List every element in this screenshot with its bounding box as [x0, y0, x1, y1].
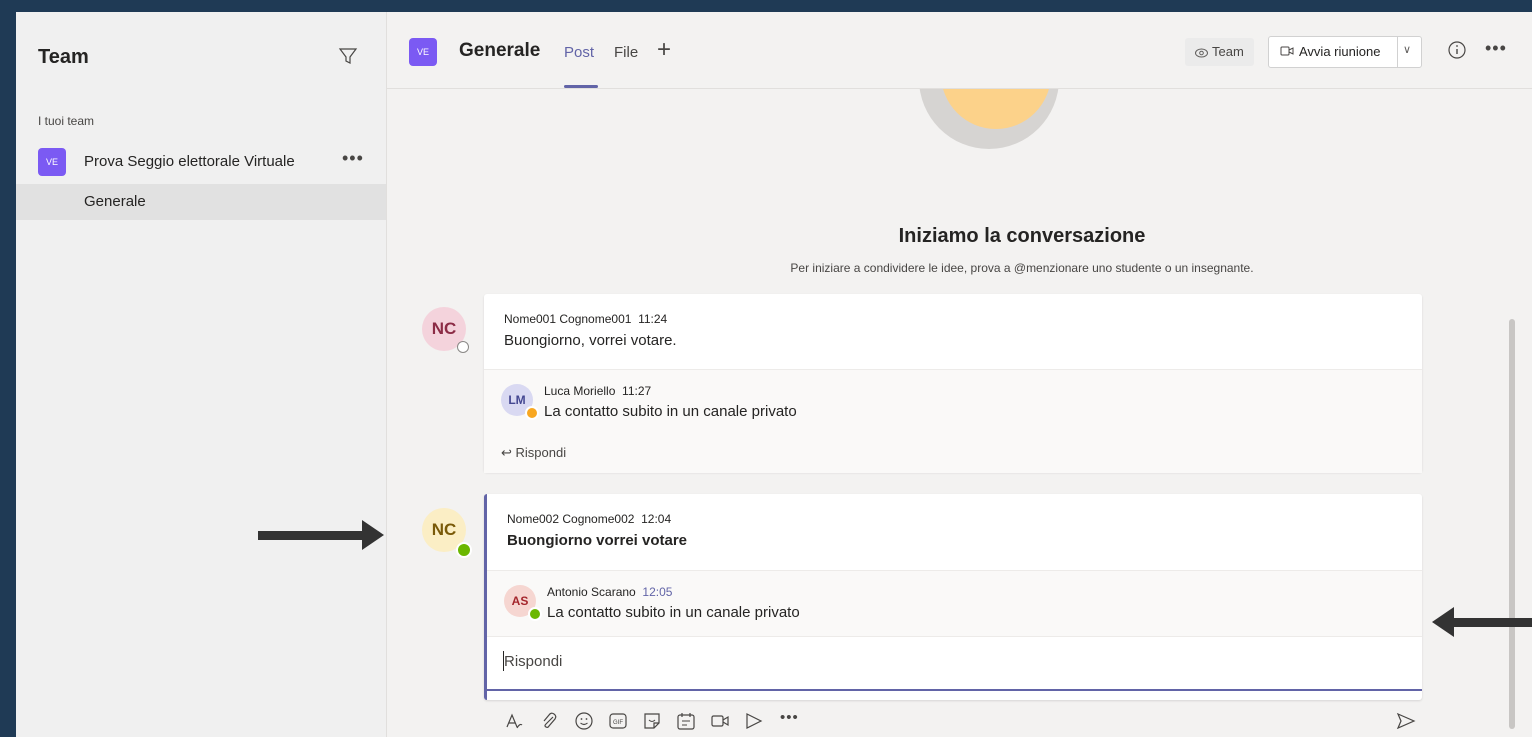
- message-text: Buongiorno vorrei votare: [507, 532, 688, 549]
- more-options-icon[interactable]: •••: [1485, 38, 1507, 59]
- message-author[interactable]: Nome001 Cognome001: [504, 312, 631, 326]
- svg-text:GIF: GIF: [613, 720, 623, 726]
- team-button-label: Team: [1212, 44, 1244, 59]
- reply-time: 12:05: [642, 585, 673, 599]
- filter-icon[interactable]: [338, 46, 358, 66]
- reply-list: AS Antonio Scarano 12:05 La contatto sub…: [487, 570, 1422, 637]
- annotation-arrow-left: [1432, 607, 1532, 637]
- reply-author[interactable]: Luca Moriello: [544, 384, 615, 398]
- channel-name: Generale: [84, 193, 146, 210]
- eye-icon: [1195, 48, 1208, 58]
- message-time: 11:24: [638, 312, 668, 326]
- attach-icon[interactable]: [540, 711, 558, 731]
- tab-file[interactable]: File: [614, 44, 638, 61]
- reply-placeholder: Rispondi: [504, 653, 563, 670]
- sidebar-header: Team: [16, 12, 386, 98]
- teams-window: Team I tuoi team VE Prova Seggio elettor…: [16, 12, 1532, 737]
- reply-button-label: Rispondi: [515, 445, 567, 460]
- add-tab-icon[interactable]: +: [657, 38, 671, 62]
- more-options-icon[interactable]: •••: [780, 709, 799, 726]
- channel-title: Generale: [459, 40, 541, 61]
- team-avatar: VE: [38, 148, 66, 176]
- away-status-icon: [525, 406, 539, 420]
- info-icon[interactable]: [1447, 40, 1467, 60]
- button-divider: [1397, 37, 1398, 67]
- available-status-icon: [528, 607, 542, 621]
- conversation-title: Iniziamo la conversazione: [898, 225, 1146, 247]
- message-thread: Nome002 Cognome002 12:04 Buongiorno vorr…: [484, 494, 1422, 700]
- video-camera-icon: [1280, 46, 1294, 56]
- message-text: Buongiorno, vorrei votare.: [504, 332, 677, 349]
- sticker-icon[interactable]: [642, 711, 662, 731]
- reply-header: Luca Moriello 11:27: [544, 384, 651, 398]
- reply-header: Antonio Scarano 12:05: [547, 585, 672, 599]
- gif-icon[interactable]: GIF: [608, 711, 628, 731]
- emoji-icon[interactable]: [574, 711, 594, 731]
- praise-icon[interactable]: [744, 711, 764, 731]
- compose-toolbar: GIF •••: [504, 709, 1422, 735]
- conversation-subtitle: Per iniziare a condividere le idee, prov…: [790, 261, 1254, 275]
- format-icon[interactable]: [504, 711, 524, 731]
- reply-text: La contatto subito in un canale privato: [547, 604, 800, 621]
- schedule-meeting-icon[interactable]: [676, 711, 696, 731]
- active-tab-indicator: [564, 85, 598, 88]
- team-button[interactable]: Team: [1185, 38, 1254, 66]
- scrollbar[interactable]: [1509, 319, 1515, 729]
- message-thread: Nome001 Cognome001 11:24 Buongiorno, vor…: [484, 294, 1422, 473]
- meet-now-icon[interactable]: [710, 711, 730, 731]
- team-name: Prova Seggio elettorale Virtuale: [84, 153, 295, 170]
- reply-button[interactable]: ↩ Rispondi: [501, 445, 566, 461]
- section-label: I tuoi team: [38, 114, 95, 128]
- channel-item-generale[interactable]: Generale: [16, 184, 386, 220]
- sidebar: Team I tuoi team VE Prova Seggio elettor…: [16, 12, 387, 737]
- message-author[interactable]: Nome002 Cognome002: [507, 512, 634, 526]
- offline-status-icon: [457, 341, 469, 353]
- annotation-arrow-right: [258, 520, 384, 550]
- sidebar-title: Team: [38, 46, 89, 68]
- available-status-icon: [456, 542, 472, 558]
- reply-text: La contatto subito in un canale privato: [544, 403, 797, 420]
- start-meeting-button[interactable]: Avvia riunione ∨: [1268, 36, 1422, 68]
- reply-input[interactable]: Rispondi: [487, 636, 1422, 691]
- channel-avatar: VE: [409, 38, 437, 66]
- message-header: Nome001 Cognome001 11:24: [504, 312, 667, 326]
- chevron-down-icon[interactable]: ∨: [1403, 43, 1411, 56]
- team-item[interactable]: VE Prova Seggio elettorale Virtuale •••: [16, 144, 386, 180]
- channel-header: VE Generale Post File + Team Avvia riuni…: [387, 12, 1532, 89]
- tab-post[interactable]: Post: [564, 44, 594, 61]
- reply-author[interactable]: Antonio Scarano: [547, 585, 636, 599]
- message-time: 12:04: [641, 512, 672, 526]
- message-header: Nome002 Cognome002 12:04: [507, 512, 671, 526]
- reply-list: LM Luca Moriello 11:27 La contatto subit…: [484, 369, 1422, 473]
- start-meeting-label: Avvia riunione: [1299, 44, 1381, 59]
- reply-arrow-icon: ↩: [501, 445, 512, 460]
- conversation-pane: Iniziamo la conversazione Per iniziare a…: [387, 89, 1532, 737]
- more-options-icon[interactable]: •••: [342, 148, 364, 169]
- welcome-illustration: [919, 89, 1059, 149]
- reply-time: 11:27: [622, 384, 652, 398]
- illustration-shape: [941, 89, 1051, 129]
- send-icon[interactable]: [1396, 711, 1416, 731]
